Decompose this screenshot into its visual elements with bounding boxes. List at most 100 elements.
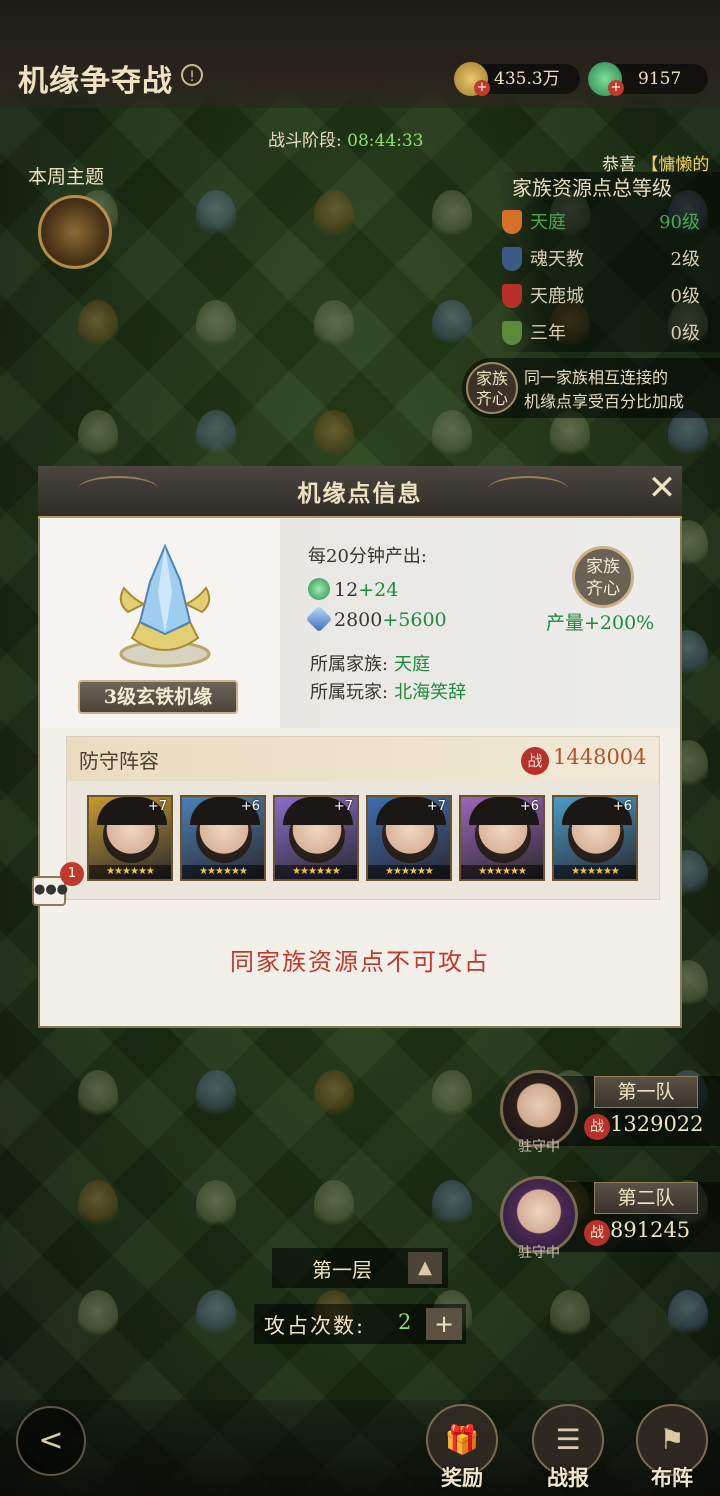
jade-add-icon[interactable]: + [608, 80, 624, 96]
formation-button[interactable]: ⚑ 布阵 [632, 1404, 712, 1494]
hero-card[interactable]: +6 ★★★★★★ [552, 795, 638, 881]
jade-icon [308, 578, 330, 600]
hero-stars: ★★★★★★ [275, 865, 357, 879]
output-bonus: +24 [358, 579, 399, 601]
hero-upgrade-level: +6 [240, 799, 260, 814]
rewards-button[interactable]: 🎁 奖励 [422, 1404, 502, 1494]
owner-family-label: 所属家族: [310, 654, 389, 675]
close-button[interactable]: ✕ [642, 468, 682, 508]
bottom-bar [0, 1400, 720, 1496]
weekly-theme-icon[interactable] [38, 195, 112, 269]
crystal-node-icon [119, 543, 211, 668]
hero-card[interactable]: +7 ★★★★★★ [366, 795, 452, 881]
owner-player-value: 北海笑辞 [394, 682, 467, 703]
team-name: 第一队 [594, 1076, 698, 1108]
hero-upgrade-level: +6 [612, 799, 632, 814]
attack-count: 攻占次数: 2 + [254, 1304, 466, 1344]
coin-counter[interactable]: + 435.3万 [454, 62, 580, 96]
info-icon[interactable]: ! [181, 64, 203, 86]
floor-up-button[interactable]: ▲ [408, 1252, 442, 1284]
family-ranking-title: 家族资源点总等级 [512, 176, 672, 200]
production-interval: 每20分钟产出: [308, 546, 427, 567]
node-preview: 3级玄铁机缘 [40, 518, 280, 728]
battle-report-button[interactable]: ☰ 战报 [528, 1404, 608, 1494]
back-button[interactable]: < [16, 1406, 86, 1476]
output-base: 2800 [334, 609, 383, 631]
defense-title: 防守阵容 [79, 749, 159, 773]
family-name: 天庭 [530, 212, 566, 233]
family-shield-icon [502, 284, 522, 308]
owner-player: 所属玩家: 北海笑辞 [310, 678, 466, 704]
node-info-box: 3级玄铁机缘 每20分钟产出: 12+24 2800+5600 所属家族: 天庭 … [40, 518, 680, 728]
output-base: 12 [334, 579, 359, 601]
add-attacks-button[interactable]: + [426, 1308, 462, 1340]
unity-badge-line1: 家族 [586, 557, 620, 577]
output-row-crystal: 2800+5600 [305, 605, 447, 634]
family-rank-row: 天庭 90级 [500, 206, 710, 236]
chat-button[interactable]: ●●● [32, 876, 68, 906]
family-rank-row: 三年 0级 [500, 317, 710, 347]
battle-phase-label: 战斗阶段: [268, 131, 342, 151]
yield-bonus: 产量+200% [546, 612, 655, 634]
power-icon: 战 [584, 1220, 610, 1246]
weekly-theme-label: 本周主题 [28, 166, 105, 188]
dialog-title: 机缘点信息 [297, 480, 423, 507]
chat-unread-badge: 1 [60, 862, 84, 886]
hero-stars: ★★★★★★ [182, 865, 264, 879]
hero-card[interactable]: +7 ★★★★★★ [87, 795, 173, 881]
hero-upgrade-level: +7 [147, 799, 167, 814]
hero-card[interactable]: +6 ★★★★★★ [459, 795, 545, 881]
jade-amount: 9157 [638, 69, 682, 89]
family-unity-badge[interactable]: 家族 齐心 [572, 546, 634, 608]
hero-card[interactable]: +7 ★★★★★★ [273, 795, 359, 881]
battle-report-label: 战报 [547, 1465, 589, 1490]
family-rank-row: 天鹿城 0级 [500, 280, 710, 310]
dialog-header: 机缘点信息 ✕ [38, 466, 682, 519]
defense-power: 1448004 [553, 745, 647, 769]
power-icon: 战 [584, 1114, 610, 1140]
family-name: 天鹿城 [530, 286, 584, 307]
family-unity-description: 同一家族相互连接的 机缘点享受百分比加成 [524, 366, 684, 414]
family-name: 魂天教 [530, 249, 584, 270]
team-status: 驻守中 [518, 1139, 560, 1155]
floor-selector: 第一层 ▲ [272, 1248, 448, 1288]
owner-family: 所属家族: 天庭 [310, 650, 430, 676]
unity-badge-line1: 家族 [475, 369, 508, 388]
team-card-2[interactable]: 第二队 驻守中 战 891245 [486, 1176, 720, 1261]
unity-badge-line2: 齐心 [475, 389, 508, 408]
node-name-label: 3级玄铁机缘 [78, 680, 238, 714]
formation-label: 布阵 [651, 1465, 693, 1490]
jade-counter[interactable]: + 9157 [588, 62, 708, 96]
unity-badge-line2: 齐心 [586, 579, 620, 599]
unity-desc-line1: 同一家族相互连接的 [524, 368, 669, 387]
defense-header: 防守阵容 战 1448004 [67, 737, 659, 781]
family-level: 0级 [670, 323, 700, 344]
floor-label: 第一层 [312, 1258, 372, 1282]
family-level: 2级 [670, 249, 700, 270]
battle-phase: 战斗阶段: 08:44:33 [268, 126, 424, 151]
node-info-dialog: 机缘点信息 ✕ 3级玄铁机缘 每20分钟产出: 12+24 2800+5600 … [38, 466, 682, 1028]
family-level: 0级 [670, 286, 700, 307]
hero-stars: ★★★★★★ [554, 865, 636, 879]
crystal-icon [305, 605, 333, 633]
family-unity-badge[interactable]: 家族 齐心 [466, 362, 518, 414]
attack-count-value: 2 [398, 1310, 412, 1334]
family-name: 三年 [530, 323, 566, 344]
hero-stars: ★★★★★★ [368, 865, 450, 879]
hero-stars: ★★★★★★ [461, 865, 543, 879]
battle-phase-timer: 08:44:33 [347, 131, 424, 151]
output-bonus: +5600 [382, 609, 447, 631]
team-card-1[interactable]: 第一队 驻守中 战 1329022 [486, 1070, 720, 1155]
rewards-label: 奖励 [441, 1465, 483, 1490]
owner-family-value: 天庭 [394, 654, 431, 675]
coin-add-icon[interactable]: + [474, 80, 490, 96]
family-level: 90级 [659, 212, 700, 233]
output-row-jade: 12+24 [308, 578, 398, 604]
hero-stars: ★★★★★★ [89, 865, 171, 879]
hero-card[interactable]: +6 ★★★★★★ [180, 795, 266, 881]
hero-upgrade-level: +6 [519, 799, 539, 814]
family-shield-icon [502, 210, 522, 234]
family-shield-icon [502, 321, 522, 345]
team-power: 1329022 [610, 1112, 704, 1136]
family-shield-icon [502, 247, 522, 271]
